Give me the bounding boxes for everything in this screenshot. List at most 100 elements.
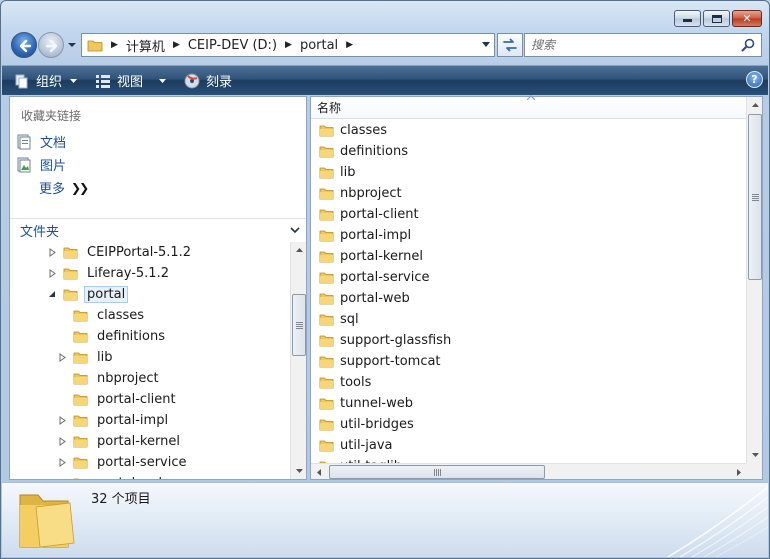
folder-icon (319, 188, 334, 200)
breadcrumb-computer[interactable]: 计算机 (126, 36, 165, 55)
favorite-link-label: 文档 (40, 136, 67, 151)
file-list-vertical-scrollbar[interactable] (746, 97, 762, 463)
folder-icon (319, 335, 334, 347)
collapse-arrow-icon[interactable] (48, 290, 57, 299)
address-dropdown-icon[interactable] (482, 42, 490, 48)
folders-header[interactable]: 文件夹 (10, 218, 306, 242)
grip-icon (433, 468, 441, 476)
folder-tree-item[interactable]: portal (48, 284, 129, 305)
folder-tree-item[interactable]: nbproject (58, 368, 162, 389)
expand-arrow-icon[interactable] (48, 248, 57, 257)
file-list-item[interactable]: tools (319, 372, 371, 393)
scroll-up-button[interactable] (747, 97, 763, 113)
views-menu-button[interactable]: 视图 (89, 69, 172, 93)
scroll-thumb[interactable] (329, 465, 545, 479)
address-bar[interactable]: ▶ 计算机 ▶ CEIP-DEV (D:) ▶ portal ▶ (81, 33, 495, 57)
file-list-item[interactable]: portal-service (319, 267, 429, 288)
file-list-item[interactable]: lib (319, 162, 355, 183)
more-chevrons-icon: ❯❯ (71, 180, 89, 195)
breadcrumb-drive[interactable]: CEIP-DEV (D:) (188, 38, 277, 53)
file-list-item[interactable]: support-glassfish (319, 330, 451, 351)
breadcrumb-separator-icon[interactable]: ▶ (111, 40, 118, 50)
folder-tree-item[interactable]: portal-service (58, 452, 189, 473)
folder-tree-item[interactable]: CEIPPortal-5.1.2 (48, 242, 194, 263)
folder-icon (319, 272, 334, 284)
caption-buttons: ✕ (674, 10, 762, 27)
file-list-item[interactable]: tunnel-web (319, 393, 413, 414)
help-icon: ? (751, 73, 758, 86)
folder-icon (319, 146, 334, 158)
expand-arrow-icon[interactable] (58, 353, 67, 362)
scroll-down-button[interactable] (291, 463, 307, 479)
name-column-header[interactable]: 名称 (311, 95, 747, 119)
refresh-button[interactable] (497, 33, 523, 57)
scroll-thumb[interactable] (292, 294, 306, 356)
file-list-item[interactable]: classes (319, 120, 387, 141)
search-icon[interactable] (741, 38, 755, 52)
burn-disc-icon (184, 73, 200, 88)
name-column-label: 名称 (317, 101, 342, 115)
minimize-button[interactable] (674, 10, 701, 27)
file-list: classes definitions lib nbproject portal-cli… (311, 120, 747, 463)
favorite-link-more[interactable]: 更多 ❯❯ (39, 178, 89, 198)
folder-tree-item[interactable]: Liferay-5.1.2 (48, 263, 172, 284)
file-list-item[interactable]: util-taglib (319, 456, 402, 463)
file-name: portal-client (340, 207, 419, 222)
chevron-down-icon[interactable] (290, 227, 300, 234)
file-name: tools (340, 375, 372, 390)
navigation-pane: 收藏夹链接 文档 图片 更多 ❯❯ 文件夹 CEIPPortal-5.1.2 Li… (9, 96, 307, 480)
breadcrumb-separator-icon[interactable]: ▶ (173, 40, 180, 50)
folder-tree-label: portal-kernel (97, 434, 180, 449)
search-input[interactable] (531, 37, 731, 53)
folder-tree-item[interactable]: definitions (58, 326, 168, 347)
close-button[interactable]: ✕ (732, 10, 762, 27)
views-icon (96, 74, 111, 88)
file-list-item[interactable]: util-java (319, 435, 393, 456)
search-box[interactable] (524, 33, 762, 57)
folder-tree-item[interactable]: classes (58, 305, 147, 326)
scroll-thumb[interactable] (748, 114, 762, 280)
file-list-item[interactable]: sql (319, 309, 359, 330)
file-list-item[interactable]: portal-kernel (319, 246, 423, 267)
scroll-right-button[interactable] (731, 464, 747, 480)
forward-button[interactable] (38, 32, 64, 58)
scroll-up-button[interactable] (291, 242, 307, 258)
breadcrumb-portal[interactable]: portal (300, 38, 338, 53)
breadcrumb-separator-icon[interactable]: ▶ (285, 40, 292, 50)
folder-tree-scrollbar[interactable] (290, 242, 306, 479)
file-list-item[interactable]: portal-web (319, 288, 410, 309)
organize-menu-button[interactable]: 组织 (8, 69, 83, 93)
folder-tree-item[interactable]: portal-impl (58, 410, 171, 431)
favorite-link-pictures[interactable]: 图片 (16, 155, 66, 174)
file-list-item[interactable]: portal-client (319, 204, 419, 225)
back-button[interactable] (11, 32, 37, 58)
expand-arrow-icon[interactable] (58, 437, 67, 446)
organize-label: 组织 (36, 75, 63, 90)
file-list-item[interactable]: support-tomcat (319, 351, 441, 372)
expand-arrow-icon[interactable] (48, 269, 57, 278)
file-list-item[interactable]: nbproject (319, 183, 402, 204)
file-list-horizontal-scrollbar[interactable] (311, 463, 747, 479)
help-button[interactable]: ? (746, 71, 763, 88)
folder-tree-item[interactable]: lib (58, 347, 115, 368)
favorite-link-documents[interactable]: 文档 (16, 132, 66, 151)
scroll-down-button[interactable] (747, 447, 763, 463)
breadcrumb-separator-icon[interactable]: ▶ (346, 40, 353, 50)
recent-pages-dropdown-icon[interactable] (67, 40, 77, 50)
folder-tree-item[interactable]: portal-web (58, 473, 170, 479)
scroll-left-button[interactable] (311, 464, 327, 480)
grip-icon (751, 193, 759, 201)
file-list-item[interactable]: util-bridges (319, 414, 414, 435)
expand-arrow-icon[interactable] (58, 458, 67, 467)
burn-button[interactable]: 刻录 (178, 69, 238, 93)
folder-icon (319, 440, 334, 452)
scroll-up-arrow-icon (751, 103, 759, 107)
expand-arrow-icon[interactable] (58, 416, 67, 425)
folder-tree-item[interactable]: portal-kernel (58, 431, 183, 452)
file-list-item[interactable]: definitions (319, 141, 408, 162)
file-list-item[interactable]: portal-impl (319, 225, 411, 246)
folder-tree-item[interactable]: portal-client (58, 389, 179, 410)
maximize-button[interactable] (703, 10, 730, 27)
